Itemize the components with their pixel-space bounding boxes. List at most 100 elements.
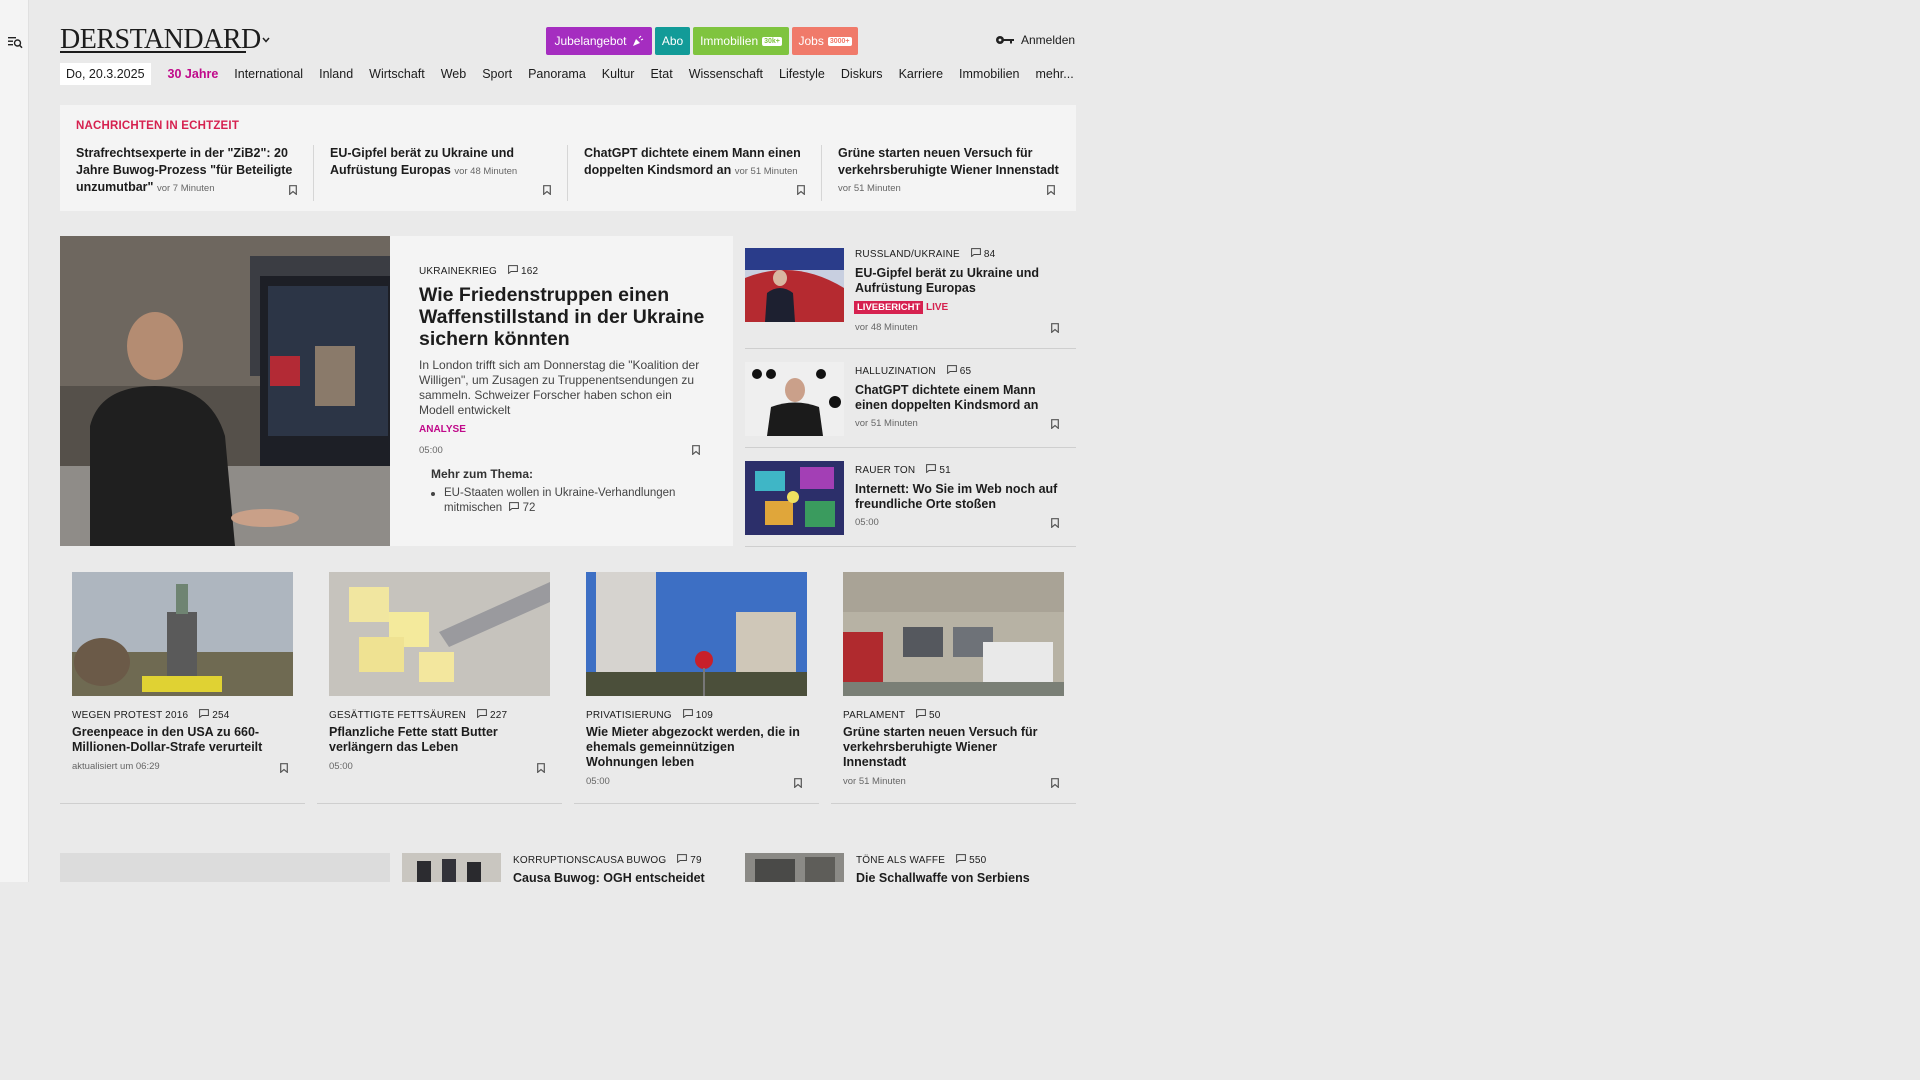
- bookmark-icon[interactable]: [537, 763, 545, 773]
- lead-time: 05:00: [419, 445, 443, 456]
- comment-icon: [677, 854, 688, 864]
- bookmark-icon[interactable]: [1051, 419, 1059, 429]
- article-kicker: GESÄTTIGTE FETTSÄUREN 227: [329, 709, 550, 721]
- promo-jobs-button[interactable]: Jobs 3000+: [792, 27, 858, 55]
- lead-teaser: In London trifft sich am Donnerstag die …: [419, 358, 700, 417]
- lead-story[interactable]: UKRAINEKRIEG 162 Wie Friedenstruppen ein…: [390, 236, 733, 546]
- kicker-text: PRIVATISIERUNG: [586, 710, 672, 721]
- side-story[interactable]: HALLUZINATION 65 ChatGPT dichtete einem …: [745, 362, 1076, 446]
- bookmark-icon[interactable]: [289, 185, 297, 195]
- nav-item-sport[interactable]: Sport: [482, 67, 512, 81]
- kicker-text: TÖNE ALS WAFFE: [856, 855, 946, 866]
- nav-item-etat[interactable]: Etat: [650, 67, 672, 81]
- side-story-image[interactable]: [745, 461, 844, 535]
- comment-count[interactable]: 65: [946, 365, 972, 377]
- bookmark-icon[interactable]: [1051, 518, 1059, 528]
- article-image[interactable]: [745, 853, 844, 882]
- comment-count[interactable]: 109: [682, 709, 714, 721]
- article-card[interactable]: PRIVATISIERUNG 109 Wie Mieter abgezockt …: [586, 572, 807, 787]
- comment-count-value: 109: [695, 710, 714, 721]
- side-title[interactable]: EU-Gipfel berät zu Ukraine und Aufrüstun…: [855, 266, 1065, 296]
- main-nav: Do, 20.3.2025 30 Jahre International Inl…: [60, 62, 1074, 86]
- bookmark-icon[interactable]: [797, 185, 805, 195]
- ad-placeholder: [60, 853, 390, 882]
- article-title[interactable]: Wie Mieter abgezockt werden, die in ehem…: [586, 725, 801, 770]
- article-title[interactable]: Greenpeace in den USA zu 660-Millionen-D…: [72, 725, 287, 755]
- article-card[interactable]: PARLAMENT 50 Grüne starten neuen Versuch…: [843, 572, 1064, 787]
- promo-jubelangebot-button[interactable]: Jubelangebot: [546, 27, 652, 55]
- left-rail: [0, 0, 29, 882]
- nav-item-international[interactable]: International: [234, 67, 303, 81]
- nav-item-diskurs[interactable]: Diskurs: [841, 67, 883, 81]
- related-link[interactable]: EU-Staaten wollen in Ukraine-Verhandlung…: [444, 486, 704, 516]
- comment-count[interactable]: 227: [477, 709, 507, 721]
- nav-item-inland[interactable]: Inland: [319, 67, 353, 81]
- promo-abo-button[interactable]: Abo: [655, 27, 690, 55]
- bookmark-icon[interactable]: [1047, 185, 1055, 195]
- bullet: [431, 492, 435, 496]
- nav-item-kultur[interactable]: Kultur: [602, 67, 635, 81]
- bookmark-icon[interactable]: [543, 185, 551, 195]
- kicker-text: WEGEN PROTEST 2016: [72, 710, 189, 721]
- article-image[interactable]: [586, 572, 807, 696]
- news-ticker: NACHRICHTEN IN ECHTZEIT Strafrechtsexper…: [60, 105, 1076, 211]
- side-story[interactable]: RUSSLAND/UKRAINE 84 EU-Gipfel berät zu U…: [745, 248, 1076, 348]
- comment-icon: [956, 854, 966, 864]
- lead-title[interactable]: Wie Friedenstruppen einen Waffenstillsta…: [419, 284, 709, 350]
- comment-count-value: 550: [969, 855, 987, 866]
- bookmark-icon[interactable]: [794, 778, 802, 788]
- article-title[interactable]: Die Schallwaffe von Serbiens: [856, 871, 1030, 885]
- nav-item-karriere[interactable]: Karriere: [899, 67, 943, 81]
- chevron-down-icon[interactable]: [262, 36, 270, 44]
- nav-item-30-jahre[interactable]: 30 Jahre: [168, 67, 219, 81]
- comment-count[interactable]: 51: [926, 464, 951, 476]
- promo-immobilien-button[interactable]: Immobilien 30k+: [693, 27, 789, 55]
- article-title[interactable]: Pflanzliche Fette statt Butter verlänger…: [329, 725, 544, 755]
- comment-count[interactable]: 50: [916, 709, 941, 721]
- comment-count[interactable]: 254: [199, 709, 229, 721]
- bookmark-icon[interactable]: [280, 763, 288, 773]
- side-title[interactable]: ChatGPT dichtete einem Mann einen doppel…: [855, 383, 1065, 413]
- article-card[interactable]: WEGEN PROTEST 2016 254 Greenpeace in den…: [72, 572, 293, 772]
- side-story-image[interactable]: [745, 362, 844, 436]
- article-title[interactable]: Causa Buwog: OGH entscheidet: [513, 871, 705, 885]
- nav-item-wirtschaft[interactable]: Wirtschaft: [369, 67, 425, 81]
- comment-count[interactable]: 550: [956, 854, 987, 866]
- login-button[interactable]: Anmelden: [995, 33, 1075, 47]
- nav-item-more[interactable]: mehr...: [1035, 67, 1073, 81]
- side-story-image[interactable]: [745, 248, 844, 322]
- bookmark-icon[interactable]: [692, 445, 700, 455]
- comment-count[interactable]: 84: [970, 248, 996, 260]
- lead-story-image[interactable]: [60, 236, 390, 546]
- divider: [317, 803, 562, 804]
- side-story[interactable]: RAUER TON 51 Internett: Wo Sie im Web no…: [745, 461, 1076, 545]
- side-time: vor 51 Minuten: [855, 418, 918, 429]
- ticker-item[interactable]: ChatGPT dichtete einem Mann einen doppel…: [584, 145, 810, 180]
- ticker-item[interactable]: Grüne starten neuen Versuch für verkehrs…: [838, 145, 1064, 197]
- nav-item-immobilien[interactable]: Immobilien: [959, 67, 1019, 81]
- article-card[interactable]: GESÄTTIGTE FETTSÄUREN 227 Pflanzliche Fe…: [329, 572, 550, 772]
- ticker-item[interactable]: Strafrechtsexperte in der "ZiB2": 20 Jah…: [76, 145, 302, 197]
- nav-item-lifestyle[interactable]: Lifestyle: [779, 67, 825, 81]
- side-title[interactable]: Internett: Wo Sie im Web noch auf freund…: [855, 482, 1065, 512]
- comment-icon: [508, 265, 518, 275]
- ticker-time: vor 48 Minuten: [454, 166, 518, 177]
- article-image[interactable]: [402, 853, 501, 882]
- bookmark-icon[interactable]: [1051, 778, 1059, 788]
- menu-search-icon[interactable]: [7, 34, 23, 50]
- side-kicker: RAUER TON 51: [855, 464, 951, 476]
- article-image[interactable]: [72, 572, 293, 696]
- article-title[interactable]: Grüne starten neuen Versuch für verkehrs…: [843, 725, 1058, 770]
- nav-item-web[interactable]: Web: [441, 67, 466, 81]
- article-image[interactable]: [843, 572, 1064, 696]
- bookmark-icon[interactable]: [1051, 323, 1059, 333]
- comment-count[interactable]: 79: [677, 854, 702, 866]
- divider: [745, 447, 1076, 448]
- article-image[interactable]: [329, 572, 550, 696]
- nav-item-panorama[interactable]: Panorama: [528, 67, 586, 81]
- kicker-text: HALLUZINATION: [855, 366, 936, 377]
- nav-item-wissenschaft[interactable]: Wissenschaft: [689, 67, 763, 81]
- ticker-item[interactable]: EU-Gipfel berät zu Ukraine und Aufrüstun…: [330, 145, 556, 180]
- comment-count[interactable]: 162: [508, 265, 538, 277]
- live-report-badge: LIVEBERICHT: [854, 301, 924, 314]
